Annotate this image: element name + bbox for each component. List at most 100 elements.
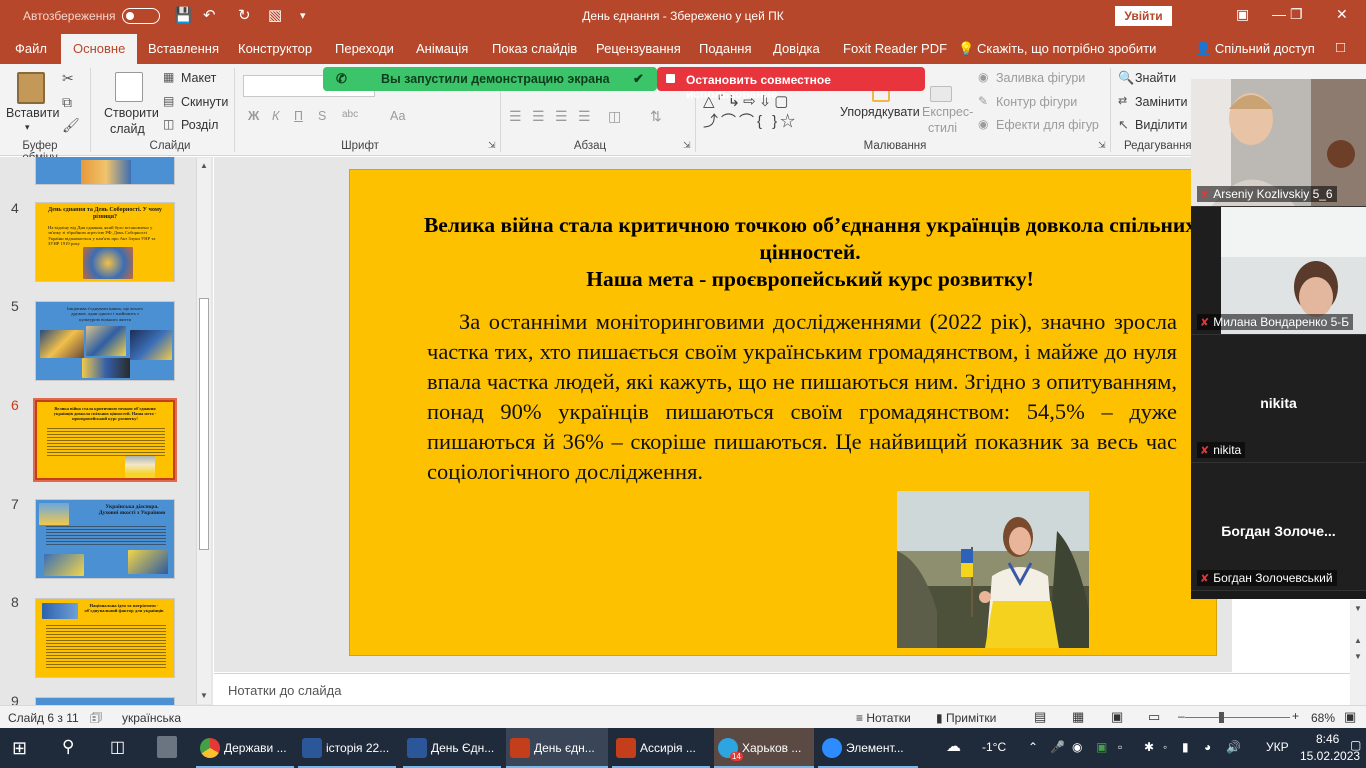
volume-icon[interactable]: 🔊: [1226, 740, 1241, 754]
share-button[interactable]: 👤 Спільний доступ: [1195, 41, 1315, 57]
tab-help[interactable]: Довідка: [773, 41, 820, 56]
cut-icon[interactable]: ✂: [62, 70, 74, 87]
bold-button[interactable]: Ж: [248, 109, 259, 123]
tab-transitions[interactable]: Переходи: [335, 41, 394, 56]
align-center-icon[interactable]: ☰: [532, 108, 545, 125]
shape-effects-button[interactable]: Ефекти для фігур: [996, 118, 1099, 132]
tab-review[interactable]: Рецензування: [596, 41, 681, 56]
battery-icon[interactable]: ▮: [1182, 740, 1189, 754]
tab-view[interactable]: Подання: [699, 41, 752, 56]
find-button[interactable]: Знайти: [1135, 71, 1176, 85]
notes-pane[interactable]: Нотатки до слайда: [214, 673, 1366, 705]
taskbar-app-powerpoint-1[interactable]: День єдн...: [506, 728, 608, 768]
language-label[interactable]: українська: [122, 711, 181, 725]
drawing-dialog-icon[interactable]: ⇲: [1098, 140, 1106, 151]
paste-button[interactable]: Вставити: [6, 106, 59, 120]
zoom-tray-icon[interactable]: ◉: [1072, 740, 1082, 754]
tab-design[interactable]: Конструктор: [238, 41, 312, 56]
slide-sorter-icon[interactable]: ▦: [1072, 709, 1084, 725]
align-right-icon[interactable]: ☰: [555, 108, 568, 125]
taskbar-app-powerpoint-2[interactable]: Ассирія ...: [612, 728, 710, 768]
shape-effects-icon[interactable]: ◉: [978, 117, 988, 131]
tab-animations[interactable]: Анімація: [416, 41, 468, 56]
calculator-icon[interactable]: [157, 736, 177, 758]
tab-file[interactable]: Файл: [15, 41, 47, 56]
security-icon[interactable]: ◦: [1163, 740, 1167, 754]
replace-icon[interactable]: ⇄: [1118, 94, 1127, 107]
slide-thumbnail-4[interactable]: День єднання та День Соборності. У чому …: [35, 202, 175, 282]
replace-button[interactable]: Замінити: [1135, 95, 1187, 109]
reading-view-icon[interactable]: ▣: [1111, 709, 1123, 725]
thumbnail-scrollbar[interactable]: ▲ ▼: [196, 158, 211, 704]
italic-button[interactable]: К: [272, 109, 279, 123]
reset-button[interactable]: Скинути: [181, 95, 228, 109]
arrange-button[interactable]: Упорядкувати: [840, 105, 920, 119]
editor-scrollbar[interactable]: ▼ ▲ ▼: [1350, 600, 1366, 705]
zoom-slider-handle[interactable]: [1219, 712, 1224, 723]
clock-time[interactable]: 8:46: [1316, 732, 1339, 746]
tab-insert[interactable]: Вставлення: [148, 41, 219, 56]
text-direction-icon[interactable]: ⇅: [650, 108, 662, 125]
participant-tile[interactable]: ✘ Милана Вондаренко 5-Б: [1191, 207, 1366, 335]
temperature[interactable]: -1°C: [982, 740, 1006, 754]
notifications-icon[interactable]: ▢: [1350, 738, 1361, 752]
scroll-up-icon[interactable]: ▲: [200, 161, 208, 170]
layout-button[interactable]: Макет: [181, 71, 216, 85]
zoom-level[interactable]: 68%: [1311, 711, 1335, 725]
slide-thumbnail-6[interactable]: Велика війна стала критичною точкою об'є…: [33, 398, 177, 482]
task-view-icon[interactable]: ◫: [110, 737, 125, 757]
tab-home[interactable]: Основне: [61, 34, 138, 64]
font-dialog-icon[interactable]: ⇲: [488, 140, 496, 151]
slideshow-icon[interactable]: ▭: [1148, 709, 1160, 725]
slide-thumbnail-3[interactable]: [35, 157, 175, 185]
zoom-slider[interactable]: [1185, 717, 1290, 718]
shape-outline-button[interactable]: Контур фігури: [996, 95, 1077, 109]
reset-icon[interactable]: ▤: [163, 94, 174, 108]
new-slide-icon[interactable]: [115, 72, 143, 102]
participant-tile[interactable]: nikita ✘ nikita: [1191, 335, 1366, 463]
mic-icon[interactable]: 🎤: [1050, 740, 1065, 754]
underline-button[interactable]: П: [294, 109, 303, 123]
scroll-thumb[interactable]: [199, 298, 209, 550]
shape-fill-icon[interactable]: ◉: [978, 70, 988, 84]
network-icon[interactable]: ◕: [1204, 740, 1211, 754]
taskbar-app-chrome[interactable]: Держави ...: [196, 728, 294, 768]
slide-thumbnail-8[interactable]: Національна ідея та патріотизм - об'єдну…: [35, 598, 175, 678]
ribbon-display-icon[interactable]: ▣: [1236, 6, 1249, 23]
align-left-icon[interactable]: ☰: [509, 108, 522, 125]
paragraph-dialog-icon[interactable]: ⇲: [683, 140, 691, 151]
windows-start-icon[interactable]: ⊞: [12, 738, 27, 759]
tray-overflow-icon[interactable]: ⌃: [1028, 740, 1038, 754]
prev-slide-icon[interactable]: ▲: [1354, 636, 1362, 645]
scroll-down-icon[interactable]: ▼: [200, 691, 208, 700]
select-button[interactable]: Виділити: [1135, 118, 1187, 132]
app-tray-icon[interactable]: ▣: [1096, 740, 1107, 754]
comments-toggle[interactable]: ▮ Примітки: [936, 711, 996, 725]
slide-heading[interactable]: Велика війна стала критичною точкою об’є…: [410, 212, 1210, 293]
shape-outline-icon[interactable]: ✎: [978, 94, 988, 108]
close-icon[interactable]: ✕: [1336, 6, 1348, 23]
slide-thumbnail-7[interactable]: Українська діаспора. Духовні якості з Ук…: [35, 499, 175, 579]
tab-slideshow[interactable]: Показ слайдів: [492, 41, 577, 56]
taskbar-app-zoom[interactable]: Элемент...: [818, 728, 918, 768]
select-icon[interactable]: ↖: [1118, 117, 1129, 133]
layout-icon[interactable]: ▦: [163, 70, 174, 84]
next-slide-icon[interactable]: ▼: [1354, 652, 1362, 661]
stop-share-button[interactable]: Остановить совместное использование: [657, 67, 925, 101]
tab-foxit[interactable]: Foxit Reader PDF: [843, 41, 947, 56]
normal-view-icon[interactable]: ▤: [1034, 709, 1046, 725]
section-button[interactable]: Розділ: [181, 118, 218, 132]
taskbar-app-word-1[interactable]: історія 22...: [298, 728, 396, 768]
slide-photo-girl-with-flag[interactable]: [897, 491, 1089, 648]
copy-icon[interactable]: ⧉: [62, 94, 72, 111]
slide-thumbnail-9[interactable]: [35, 697, 175, 705]
strike-button[interactable]: S: [318, 109, 326, 123]
camera-icon[interactable]: ▫: [1118, 740, 1122, 754]
new-slide-label-2[interactable]: слайд: [110, 122, 145, 136]
bluetooth-icon[interactable]: ✱: [1144, 740, 1154, 754]
zoom-out-icon[interactable]: –: [1178, 709, 1185, 723]
shape-fill-button[interactable]: Заливка фігури: [996, 71, 1085, 85]
current-slide[interactable]: Велика війна стала критичною точкою об’є…: [349, 169, 1217, 656]
participant-tile[interactable]: Богдан Золоче... ✘ Богдан Золочевський: [1191, 463, 1366, 591]
fit-to-window-icon[interactable]: ▣: [1344, 709, 1356, 725]
